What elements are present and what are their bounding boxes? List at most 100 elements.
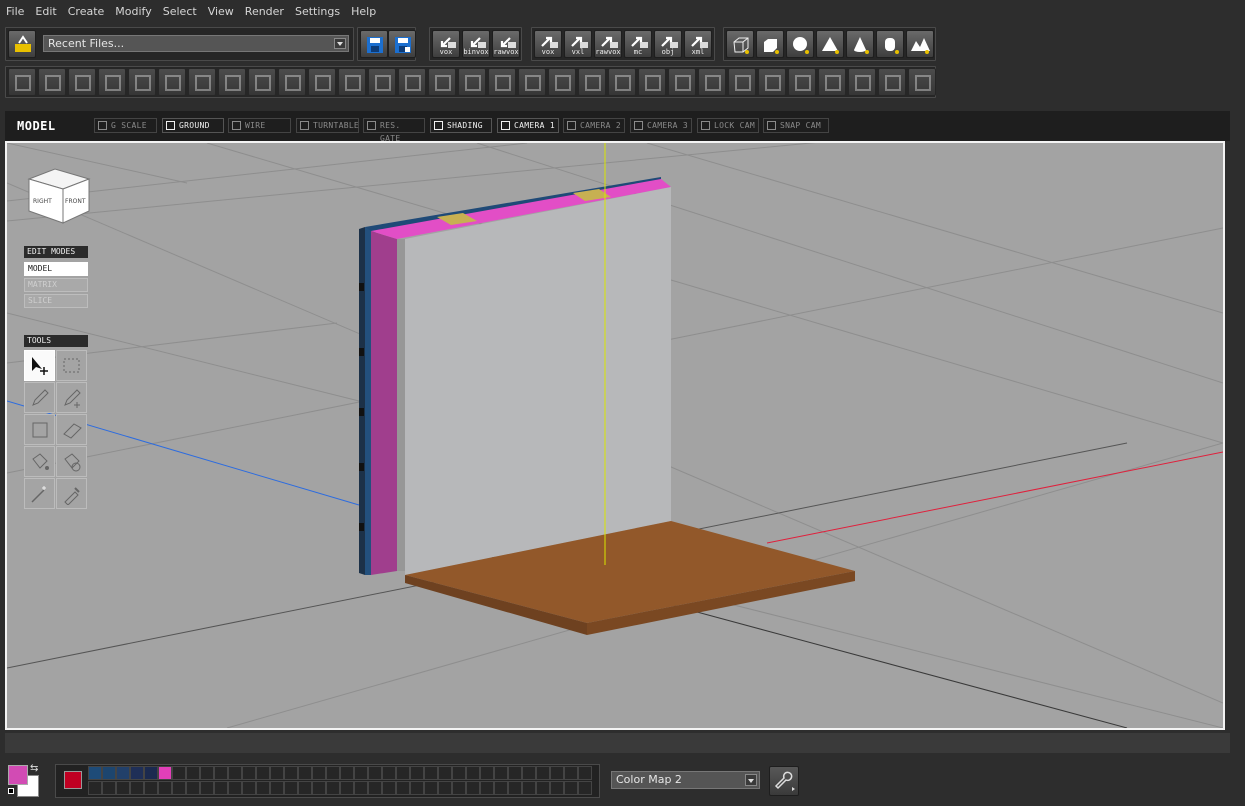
chevron-down-icon[interactable] (334, 38, 346, 49)
export-vxl-button[interactable]: vxl (564, 30, 592, 58)
eraser-tool[interactable] (56, 414, 87, 445)
tab-res-gate[interactable]: RES. GATE (363, 118, 425, 143)
menu-create[interactable]: Create (68, 5, 105, 18)
palette-swatch[interactable] (186, 781, 200, 795)
modify-tool-button[interactable] (488, 68, 516, 96)
palette-swatch[interactable] (340, 766, 354, 780)
modify-tool-button[interactable] (758, 68, 786, 96)
mode-model-button[interactable]: MODEL (24, 262, 88, 276)
recent-files-dropdown[interactable]: Recent Files... (43, 35, 349, 52)
modify-tool-button[interactable] (218, 68, 246, 96)
modify-tool-button[interactable] (398, 68, 426, 96)
color-map-dropdown[interactable]: Color Map 2 (611, 771, 760, 789)
modify-tool-button[interactable] (878, 68, 906, 96)
palette-swatch[interactable] (200, 766, 214, 780)
palette-swatch[interactable] (158, 781, 172, 795)
palette-swatch[interactable] (494, 781, 508, 795)
modify-tool-button[interactable] (188, 68, 216, 96)
palette-swatch[interactable] (88, 766, 102, 780)
menu-render[interactable]: Render (245, 5, 284, 18)
fill-tool[interactable] (24, 446, 55, 477)
palette-swatch[interactable] (508, 781, 522, 795)
palette-swatch[interactable] (116, 766, 130, 780)
import-vox-button[interactable]: vox (432, 30, 460, 58)
export-xml-button[interactable]: xml (684, 30, 712, 58)
swap-colors-icon[interactable]: ⇆ (30, 763, 38, 774)
tab-lock-cam[interactable]: LOCK CAM (697, 118, 759, 133)
modify-tool-button[interactable] (428, 68, 456, 96)
palette-swatch[interactable] (88, 781, 102, 795)
modify-tool-button[interactable] (668, 68, 696, 96)
scene-canvas[interactable] (7, 143, 1223, 728)
open-folder-button[interactable] (8, 30, 36, 58)
palette-swatch[interactable] (312, 781, 326, 795)
magic-wand-tool[interactable] (24, 478, 55, 509)
palette-swatch[interactable] (144, 766, 158, 780)
mode-matrix-button[interactable]: MATRIX (24, 278, 88, 292)
reset-colors-icon[interactable] (8, 788, 14, 794)
tab-ground[interactable]: GROUND (162, 118, 224, 133)
modify-tool-button[interactable] (458, 68, 486, 96)
palette-swatch[interactable] (242, 781, 256, 795)
navigation-cube[interactable]: RIGHT FRONT (25, 165, 91, 225)
modify-tool-button[interactable] (248, 68, 276, 96)
palette-swatch[interactable] (466, 781, 480, 795)
modify-tool-button[interactable] (728, 68, 756, 96)
palette-settings-button[interactable] (769, 766, 799, 796)
palette-swatch[interactable] (396, 781, 410, 795)
menu-file[interactable]: File (6, 5, 24, 18)
palette-swatch[interactable] (228, 766, 242, 780)
palette-swatch[interactable] (452, 766, 466, 780)
palette-swatch[interactable] (424, 766, 438, 780)
palette-swatch[interactable] (340, 781, 354, 795)
export-mc-button[interactable]: mc (624, 30, 652, 58)
palette-swatch[interactable] (270, 766, 284, 780)
palette-swatch[interactable] (494, 766, 508, 780)
palette-swatch[interactable] (564, 766, 578, 780)
palette-swatch[interactable] (550, 766, 564, 780)
menu-help[interactable]: Help (351, 5, 376, 18)
chevron-down-icon[interactable] (745, 774, 757, 786)
color-picker-button[interactable] (64, 771, 82, 789)
modify-tool-button[interactable] (848, 68, 876, 96)
palette-swatch[interactable] (396, 766, 410, 780)
palette-swatch[interactable] (200, 781, 214, 795)
palette-swatch[interactable] (172, 781, 186, 795)
palette-swatch[interactable] (298, 781, 312, 795)
modify-tool-button[interactable] (548, 68, 576, 96)
export-rawvox-button[interactable]: rawvox (594, 30, 622, 58)
palette-swatch[interactable] (480, 781, 494, 795)
palette-swatch[interactable] (480, 766, 494, 780)
palette-swatch[interactable] (102, 766, 116, 780)
primary-color-swatch[interactable] (8, 765, 28, 785)
create-cylinder-button[interactable] (876, 30, 904, 58)
tab-camera-2[interactable]: CAMERA 2 (563, 118, 625, 133)
palette-swatch[interactable] (116, 781, 130, 795)
menu-edit[interactable]: Edit (35, 5, 56, 18)
palette-swatch[interactable] (214, 781, 228, 795)
menu-view[interactable]: View (208, 5, 234, 18)
save-as-button[interactable] (388, 30, 416, 58)
create-cube-button[interactable] (756, 30, 784, 58)
palette-swatch[interactable] (536, 766, 550, 780)
create-cone-button[interactable] (846, 30, 874, 58)
export-vox-button[interactable]: vox (534, 30, 562, 58)
palette-swatch[interactable] (536, 781, 550, 795)
3d-viewport[interactable]: RIGHT FRONT EDIT MODES MODEL MATRIX SLIC… (5, 141, 1225, 730)
palette-swatch[interactable] (368, 781, 382, 795)
create-sphere-button[interactable] (786, 30, 814, 58)
modify-tool-button[interactable] (578, 68, 606, 96)
create-empty-button[interactable] (726, 30, 754, 58)
marquee-tool[interactable] (56, 350, 87, 381)
palette-swatch[interactable] (410, 781, 424, 795)
palette-swatch[interactable] (382, 781, 396, 795)
mode-slice-button[interactable]: SLICE (24, 294, 88, 308)
palette-swatch[interactable] (172, 766, 186, 780)
palette-swatch[interactable] (452, 781, 466, 795)
modify-tool-button[interactable] (698, 68, 726, 96)
palette-swatch[interactable] (508, 766, 522, 780)
palette-swatch[interactable] (466, 766, 480, 780)
tab-wire[interactable]: WIRE (228, 118, 291, 133)
palette-swatch[interactable] (284, 781, 298, 795)
palette-swatch[interactable] (438, 766, 452, 780)
